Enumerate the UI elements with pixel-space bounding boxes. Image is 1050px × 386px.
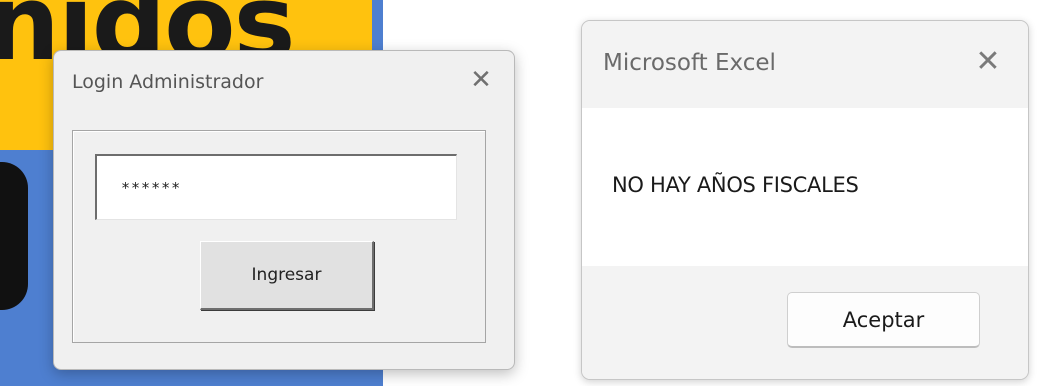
- login-titlebar: Login Administrador ✕: [54, 51, 514, 115]
- excel-dialog-title: Microsoft Excel: [603, 50, 776, 76]
- background-dark-shape: [0, 162, 28, 310]
- login-frame: Ingresar: [72, 130, 486, 343]
- excel-message-box: Microsoft Excel ✕ NO HAY AÑOS FISCALES A…: [581, 20, 1029, 380]
- excel-titlebar: Microsoft Excel ✕: [582, 21, 1028, 108]
- left-screenshot: nidos Login Administrador ✕ Ingresar: [0, 0, 560, 386]
- excel-message-text: NO HAY AÑOS FISCALES: [612, 173, 859, 197]
- ingresar-button[interactable]: Ingresar: [200, 241, 374, 310]
- close-icon[interactable]: ✕: [972, 43, 1004, 81]
- login-dialog: Login Administrador ✕ Ingresar: [53, 50, 515, 370]
- close-icon[interactable]: ✕: [468, 65, 494, 95]
- excel-message-body: NO HAY AÑOS FISCALES: [582, 108, 1028, 266]
- password-input[interactable]: [95, 154, 457, 220]
- login-dialog-title: Login Administrador: [72, 71, 264, 93]
- aceptar-button[interactable]: Aceptar: [787, 292, 980, 348]
- excel-footer: Aceptar: [582, 266, 1028, 379]
